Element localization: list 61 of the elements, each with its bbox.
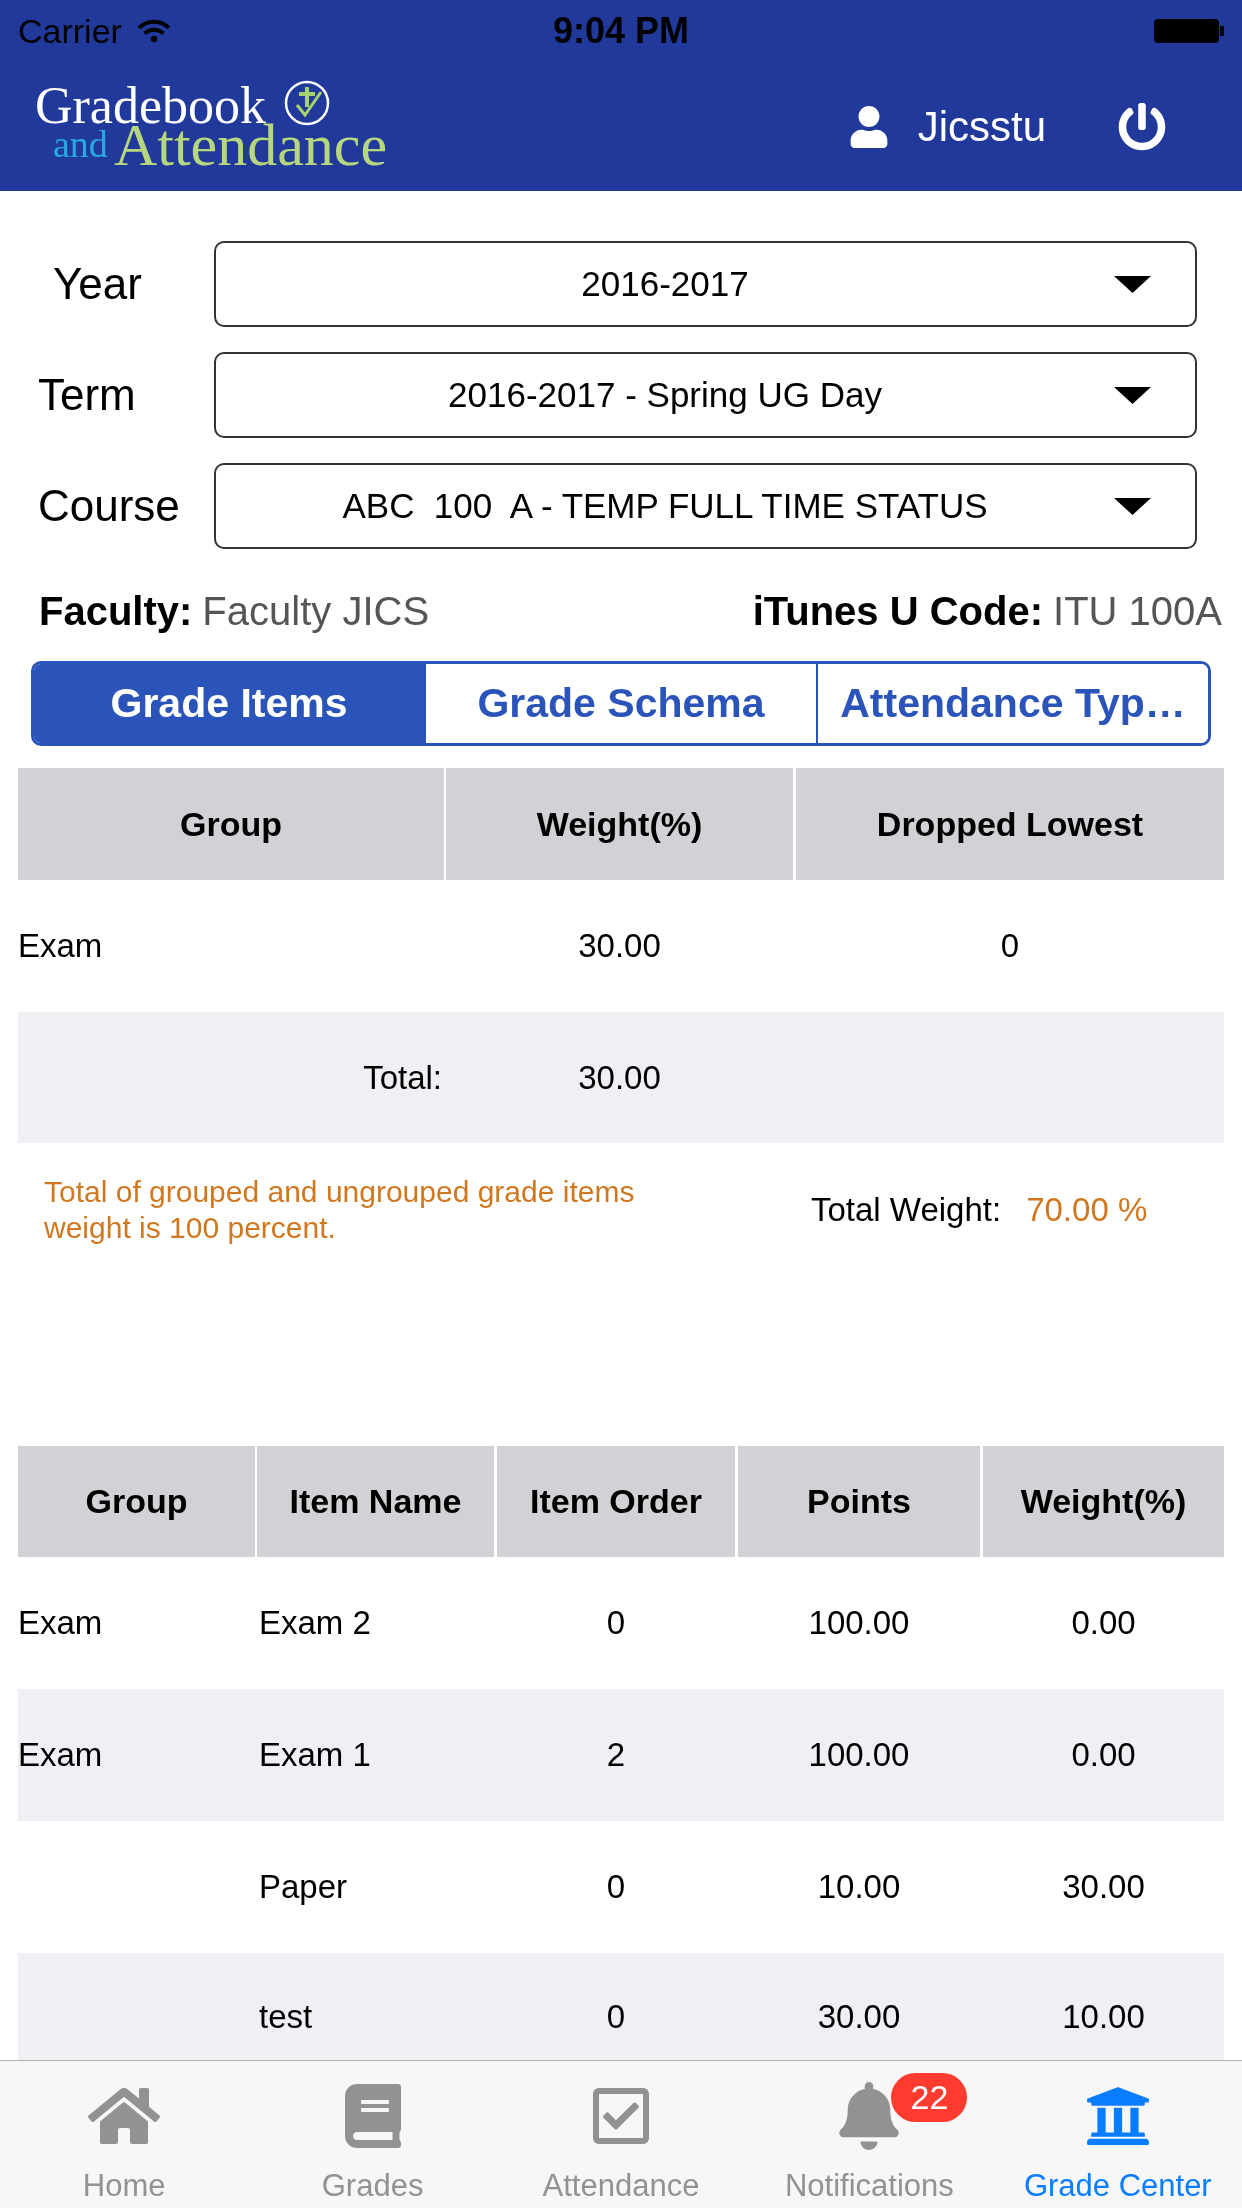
- table-cell: 0: [606, 1997, 626, 2037]
- table-cell: test: [259, 1997, 313, 2037]
- table-cell: 30.00: [1062, 1867, 1145, 1907]
- caret-icon: [1114, 275, 1151, 293]
- status-time: 9:04 PM: [552, 11, 690, 51]
- field-label: Year: [53, 259, 142, 308]
- table-cell: 10.00: [817, 1867, 901, 1907]
- column-header: Group: [18, 768, 444, 880]
- info-label: Faculty:: [39, 588, 193, 634]
- column-header: Weight(%): [446, 768, 793, 880]
- table-cell: Exam: [18, 926, 103, 966]
- user-name: Jicsstu: [917, 102, 1046, 151]
- table-cell: 0.00: [1071, 1603, 1136, 1643]
- tab[interactable]: Attendance Typ…: [816, 664, 1208, 743]
- table-cell: 10.00: [1062, 1997, 1145, 2037]
- tab-bar-item[interactable]: Grade Center: [993, 2061, 1242, 2208]
- dropdown[interactable]: ABC 100 A - TEMP FULL TIME STATUS: [214, 463, 1197, 549]
- table-cell: 30.00: [578, 1057, 661, 1098]
- table-cell: 30.00: [817, 1997, 901, 2037]
- table-cell: 0: [606, 1603, 626, 1643]
- table-cell: 100.00: [808, 1735, 910, 1775]
- info-value: Faculty JICS: [202, 588, 430, 634]
- dropdown[interactable]: 2016-2017 - Spring UG Day: [214, 352, 1197, 438]
- wifi-icon: [137, 18, 170, 44]
- column-header: Item Name: [257, 1446, 494, 1557]
- logo-text: and: [53, 125, 108, 163]
- table-cell: 100.00: [808, 1603, 910, 1643]
- table-cell: 2: [606, 1735, 626, 1775]
- column-header: Weight(%): [983, 1446, 1224, 1557]
- carrier-name: Carrier: [18, 11, 122, 51]
- info-label: iTunes U Code:: [752, 588, 1044, 634]
- dropdown[interactable]: 2016-2017: [214, 241, 1197, 327]
- table-cell: Exam 2: [259, 1603, 371, 1643]
- info-value: ITU 100A: [1053, 588, 1222, 634]
- bell-icon: [839, 2082, 900, 2150]
- column-header: Group: [18, 1446, 255, 1557]
- notification-badge: 22: [891, 2073, 968, 2122]
- tab[interactable]: Grade Items: [34, 664, 424, 743]
- table-cell: Exam 1: [259, 1735, 371, 1775]
- table-cell: Exam: [18, 1735, 103, 1775]
- total-label: Total:: [363, 1057, 442, 1098]
- field-label: Course: [38, 481, 180, 530]
- power-icon[interactable]: [1118, 102, 1166, 151]
- column-header: Dropped Lowest: [796, 768, 1224, 880]
- tab-bar-item[interactable]: 22 Notifications: [745, 2061, 994, 2208]
- table-cell: 0: [1000, 926, 1020, 966]
- battery-icon: [1154, 19, 1224, 43]
- caret-icon: [1114, 497, 1151, 515]
- book-icon: [344, 2084, 401, 2148]
- table-cell: 0: [606, 1867, 626, 1907]
- note-text: Total of grouped and ungrouped grade items weight is 100 percent.: [44, 1174, 636, 1246]
- column-header: Item Order: [497, 1446, 735, 1557]
- table-cell: Exam: [18, 1603, 103, 1643]
- column-header: Points: [738, 1446, 980, 1557]
- total-weight-label: Total Weight:: [811, 1190, 1002, 1230]
- table-cell: 30.00: [578, 926, 661, 966]
- caret-icon: [1114, 386, 1151, 404]
- table-cell: Paper: [259, 1867, 348, 1907]
- field-label: Term: [38, 370, 136, 419]
- total-weight-value: 70.00 %: [1026, 1190, 1148, 1230]
- table-cell: 0.00: [1071, 1735, 1136, 1775]
